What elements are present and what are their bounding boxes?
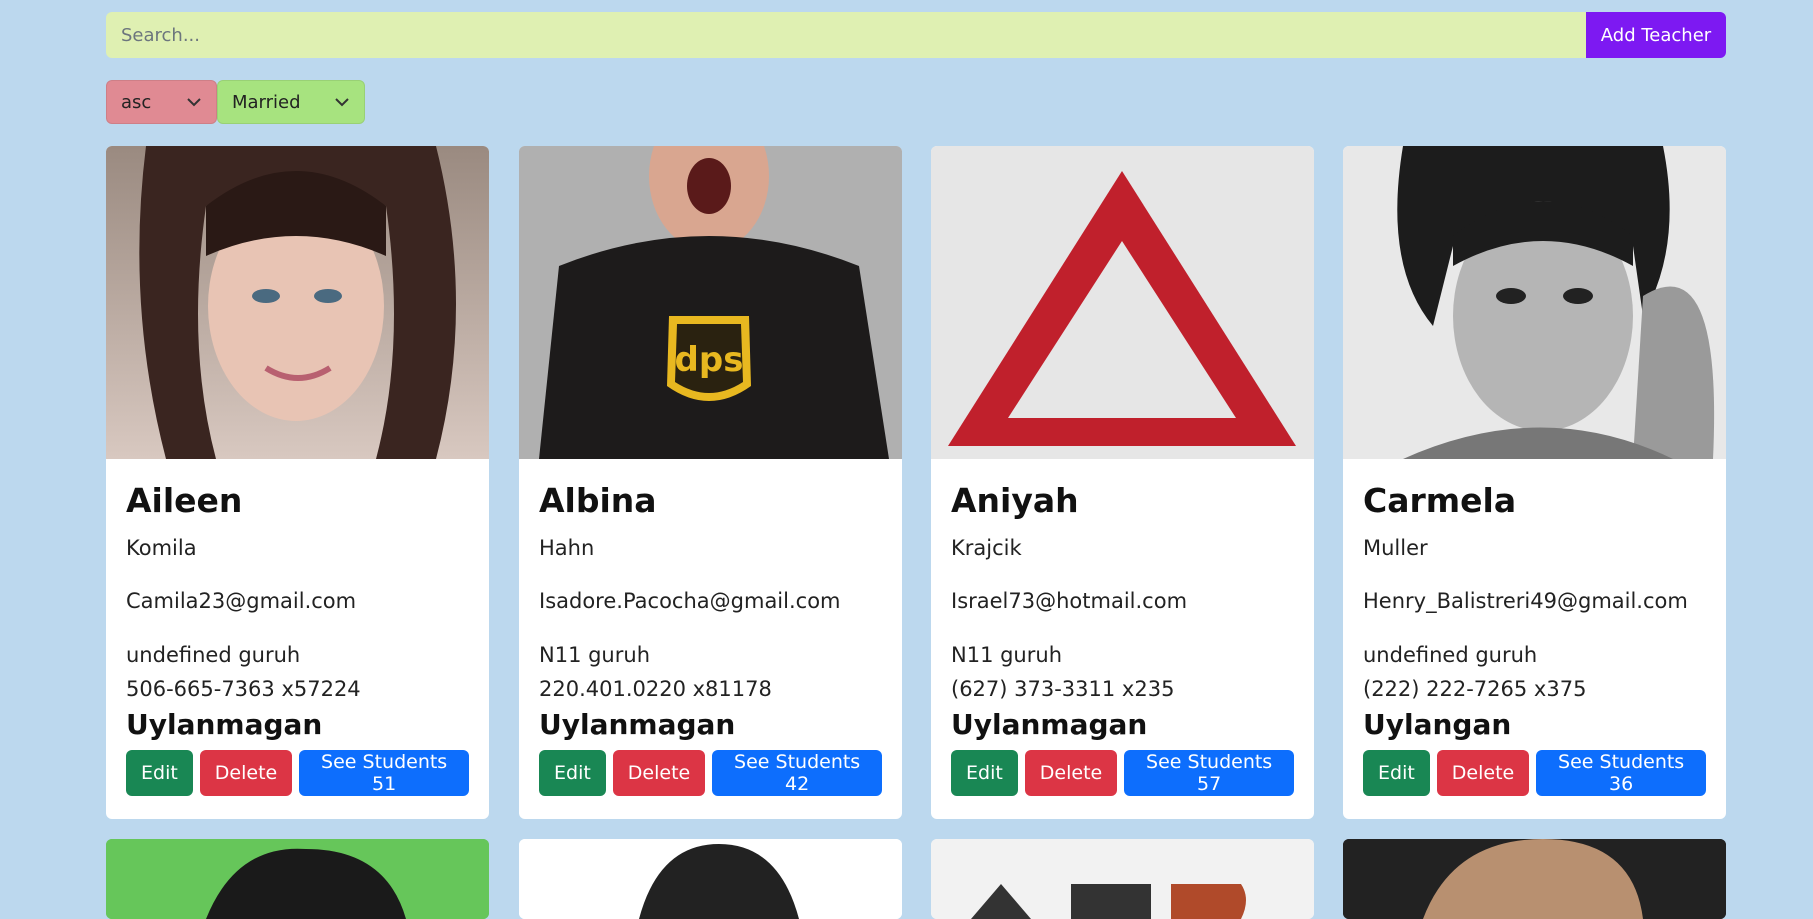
teacher-group: undefined guruh	[126, 643, 301, 667]
see-students-button[interactable]: See Students 57	[1124, 750, 1294, 796]
teacher-card: Aileen Komila Camila23@gmail.com undefin…	[106, 146, 489, 819]
sort-select-value: asc	[121, 91, 152, 113]
teacher-group: N11 guruh	[951, 643, 1062, 667]
delete-button[interactable]: Delete	[1024, 750, 1118, 796]
teacher-email: Isadore.Pacocha@gmail.com	[539, 589, 841, 613]
teacher-phone: 506-665-7363 x57224	[126, 677, 361, 701]
teacher-card: Aniyah Krajcik Israel73@hotmail.com N11 …	[931, 146, 1314, 819]
chevron-down-icon	[335, 98, 349, 107]
man-portrait-long-hair-icon	[1343, 839, 1726, 919]
teacher-group: N11 guruh	[539, 643, 650, 667]
teacher-first-name: Aileen	[126, 481, 243, 520]
status-select-value: Married	[232, 91, 301, 113]
teacher-photo	[931, 146, 1314, 459]
teacher-last-name: Komila	[126, 536, 197, 560]
teacher-group: undefined guruh	[1363, 643, 1538, 667]
teacher-marital-status: Uylanmagan	[951, 708, 1148, 741]
card-actions: Edit Delete See Students 36	[1363, 750, 1706, 796]
teacher-first-name: Albina	[539, 481, 657, 520]
card-actions: Edit Delete See Students 51	[126, 750, 469, 796]
teacher-email: Henry_Balistreri49@gmail.com	[1363, 589, 1688, 613]
edit-button[interactable]: Edit	[1363, 750, 1430, 796]
see-students-button[interactable]: See Students 42	[712, 750, 882, 796]
teacher-photo	[1343, 146, 1726, 459]
teacher-first-name: Aniyah	[951, 481, 1079, 520]
card-actions: Edit Delete See Students 42	[539, 750, 882, 796]
filters: asc Married	[106, 80, 365, 124]
teacher-first-name: Carmela	[1363, 481, 1517, 520]
teacher-marital-status: Uylanmagan	[539, 708, 736, 741]
delete-button[interactable]: Delete	[612, 750, 706, 796]
sort-select[interactable]: asc	[106, 80, 217, 124]
teacher-card: Carmela Muller Henry_Balistreri49@gmail.…	[1343, 146, 1726, 819]
teacher-photo	[106, 146, 489, 459]
teacher-email: Israel73@hotmail.com	[951, 589, 1188, 613]
teacher-card	[519, 839, 902, 919]
chevron-down-icon	[187, 98, 201, 107]
card-body: Carmela Muller Henry_Balistreri49@gmail.…	[1343, 481, 1726, 796]
teacher-email: Camila23@gmail.com	[126, 589, 357, 613]
search-input[interactable]	[106, 12, 1586, 58]
card-body: Albina Hahn Isadore.Pacocha@gmail.com N1…	[519, 481, 902, 796]
teacher-marital-status: Uylanmagan	[126, 708, 323, 741]
add-teacher-button[interactable]: Add Teacher	[1586, 12, 1726, 58]
edit-button[interactable]: Edit	[951, 750, 1018, 796]
green-avatar-icon	[106, 839, 489, 919]
man-portrait-icon	[519, 839, 902, 919]
status-select[interactable]: Married	[217, 80, 365, 124]
teacher-phone: 220.401.0220 x81178	[539, 677, 772, 701]
search-bar: Add Teacher	[106, 12, 1726, 58]
teacher-card	[931, 839, 1314, 919]
logo-letters-icon	[931, 839, 1314, 919]
see-students-button[interactable]: See Students 36	[1536, 750, 1706, 796]
teacher-phone: (627) 373-3311 x235	[951, 677, 1175, 701]
card-body: Aileen Komila Camila23@gmail.com undefin…	[106, 481, 489, 796]
teacher-last-name: Krajcik	[951, 536, 1022, 560]
teacher-marital-status: Uylangan	[1363, 708, 1512, 741]
see-students-button[interactable]: See Students 51	[299, 750, 469, 796]
svg-text:dps: dps	[675, 340, 744, 380]
edit-button[interactable]: Edit	[539, 750, 606, 796]
edit-button[interactable]: Edit	[126, 750, 193, 796]
teacher-photo: dps	[519, 146, 902, 459]
teacher-last-name: Muller	[1363, 536, 1428, 560]
teacher-phone: (222) 222-7265 x375	[1363, 677, 1587, 701]
teacher-card	[106, 839, 489, 919]
teacher-card	[1343, 839, 1726, 919]
card-actions: Edit Delete See Students 57	[951, 750, 1294, 796]
delete-button[interactable]: Delete	[199, 750, 293, 796]
teacher-last-name: Hahn	[539, 536, 595, 560]
delete-button[interactable]: Delete	[1436, 750, 1530, 796]
card-body: Aniyah Krajcik Israel73@hotmail.com N11 …	[931, 481, 1314, 796]
teacher-card: dps Albina Hahn Isadore.Pacocha@gmail.co…	[519, 146, 902, 819]
